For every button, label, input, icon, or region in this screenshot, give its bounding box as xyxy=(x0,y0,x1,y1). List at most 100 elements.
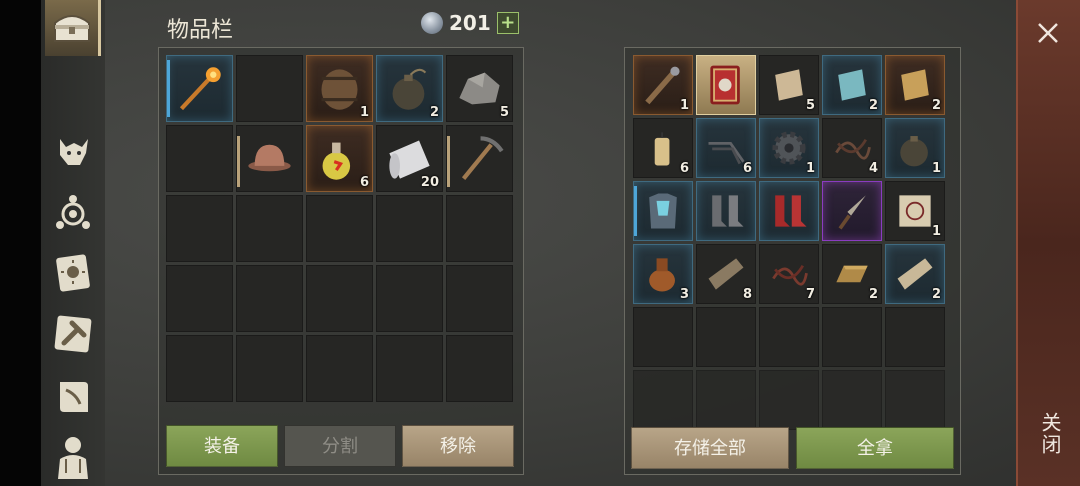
container-slot[interactable]: 2 xyxy=(885,55,945,115)
inventory-slot[interactable] xyxy=(446,265,513,332)
inventory-slot[interactable] xyxy=(376,335,443,402)
helmet-icon xyxy=(243,132,296,185)
chest-icon xyxy=(53,15,90,42)
rarity-bar xyxy=(167,60,170,117)
inventory-slot[interactable] xyxy=(236,195,303,262)
inventory-slot[interactable] xyxy=(306,335,373,402)
skill-tree-icon xyxy=(56,195,90,229)
close-label[interactable]: 关闭 xyxy=(1036,412,1065,456)
container-slot[interactable] xyxy=(759,370,819,430)
screen-edge xyxy=(0,0,41,486)
stone-icon xyxy=(453,62,506,115)
container-slot[interactable] xyxy=(885,370,945,430)
remove-button[interactable]: 移除 xyxy=(402,425,514,467)
container-slot[interactable]: 1 xyxy=(885,118,945,178)
container-slot[interactable] xyxy=(696,370,756,430)
inventory-slot[interactable]: 2 xyxy=(376,55,443,122)
inventory-slot[interactable] xyxy=(306,265,373,332)
container-slot[interactable]: 1 xyxy=(759,118,819,178)
inventory-title: 物品栏 xyxy=(167,18,234,43)
tab-journal[interactable] xyxy=(45,245,101,301)
inventory-slot[interactable] xyxy=(306,195,373,262)
take-all-button[interactable]: 全拿 xyxy=(796,427,954,469)
container-slot[interactable] xyxy=(822,181,882,241)
container-slot[interactable] xyxy=(633,370,693,430)
container-slot[interactable]: 1 xyxy=(885,181,945,241)
container-slot[interactable]: 7 xyxy=(759,244,819,304)
container-slot[interactable]: 6 xyxy=(633,118,693,178)
container-slot[interactable] xyxy=(633,307,693,367)
container-slot[interactable]: 1 xyxy=(633,55,693,115)
spellbook-icon xyxy=(703,62,749,108)
inventory-slot[interactable]: 6 xyxy=(306,125,373,192)
sun-book-icon xyxy=(56,254,90,292)
inventory-slot[interactable] xyxy=(446,125,513,192)
character-icon xyxy=(58,437,88,479)
tab-pets[interactable] xyxy=(45,124,101,180)
container-slot[interactable]: 3 xyxy=(633,244,693,304)
durability-bar xyxy=(237,136,240,187)
container-slot[interactable] xyxy=(696,55,756,115)
container-slot[interactable] xyxy=(822,307,882,367)
container-slot[interactable]: 2 xyxy=(822,244,882,304)
inventory-slot[interactable] xyxy=(166,195,233,262)
inventory-slot[interactable] xyxy=(166,265,233,332)
container-slot[interactable]: 8 xyxy=(696,244,756,304)
inventory-grid: 1 2 5 6 20 xyxy=(166,55,513,402)
container-slot[interactable]: 2 xyxy=(885,244,945,304)
category-tabs xyxy=(41,0,105,486)
inventory-slot[interactable]: 1 xyxy=(306,55,373,122)
container-slot[interactable] xyxy=(633,181,693,241)
container-slot[interactable]: 2 xyxy=(822,55,882,115)
dagger-icon xyxy=(829,188,875,234)
bomb-icon xyxy=(383,62,436,115)
equip-button[interactable]: 装备 xyxy=(166,425,278,467)
add-currency-button[interactable]: + xyxy=(496,12,519,34)
split-button[interactable]: 分割 xyxy=(284,425,396,467)
tab-quests[interactable] xyxy=(45,369,101,425)
tab-skills[interactable] xyxy=(45,186,101,242)
tab-crafting[interactable] xyxy=(45,306,101,362)
inventory-slot[interactable]: 20 xyxy=(376,125,443,192)
currency-display: 201 + xyxy=(421,11,519,35)
container-slot[interactable] xyxy=(759,181,819,241)
container-slot[interactable] xyxy=(759,307,819,367)
boots-icon xyxy=(703,188,749,234)
inventory-slot[interactable] xyxy=(236,265,303,332)
container-slot[interactable] xyxy=(696,307,756,367)
scroll-icon xyxy=(60,382,88,412)
inventory-slot[interactable] xyxy=(166,125,233,192)
tab-character[interactable] xyxy=(45,428,101,484)
red-boots-icon xyxy=(766,188,812,234)
currency-amount: 201 xyxy=(449,11,491,35)
rarity-bar xyxy=(634,186,637,236)
store-all-button[interactable]: 存储全部 xyxy=(631,427,789,469)
pickaxe-icon xyxy=(453,132,506,185)
inventory-slot[interactable] xyxy=(236,125,303,192)
container-slot[interactable]: 6 xyxy=(696,118,756,178)
fire-staff-icon xyxy=(173,62,226,115)
inventory-slot[interactable] xyxy=(376,265,443,332)
inventory-slot[interactable] xyxy=(446,195,513,262)
wolf-icon xyxy=(60,139,88,165)
durability-bar xyxy=(447,136,450,187)
barrel-icon xyxy=(313,62,366,115)
container-slot[interactable]: 4 xyxy=(822,118,882,178)
container-slot[interactable] xyxy=(822,370,882,430)
container-slot[interactable]: 5 xyxy=(759,55,819,115)
potion-icon xyxy=(313,132,366,185)
gem-icon xyxy=(421,12,443,34)
inventory-slot[interactable] xyxy=(376,195,443,262)
inventory-slot[interactable] xyxy=(166,55,233,122)
inventory-slot[interactable] xyxy=(446,335,513,402)
inventory-slot[interactable] xyxy=(166,335,233,402)
tab-inventory[interactable] xyxy=(45,0,101,56)
inventory-slot[interactable]: 5 xyxy=(446,55,513,122)
container-slot[interactable] xyxy=(696,181,756,241)
container-grid: 1 5 2 2 6 6 1 4 1 1 3 8 7 2 2 xyxy=(633,55,945,430)
container-slot[interactable] xyxy=(885,307,945,367)
close-icon[interactable] xyxy=(1035,20,1061,46)
inventory-slot[interactable] xyxy=(236,335,303,402)
inventory-slot[interactable] xyxy=(236,55,303,122)
hammer-icon xyxy=(54,315,92,353)
